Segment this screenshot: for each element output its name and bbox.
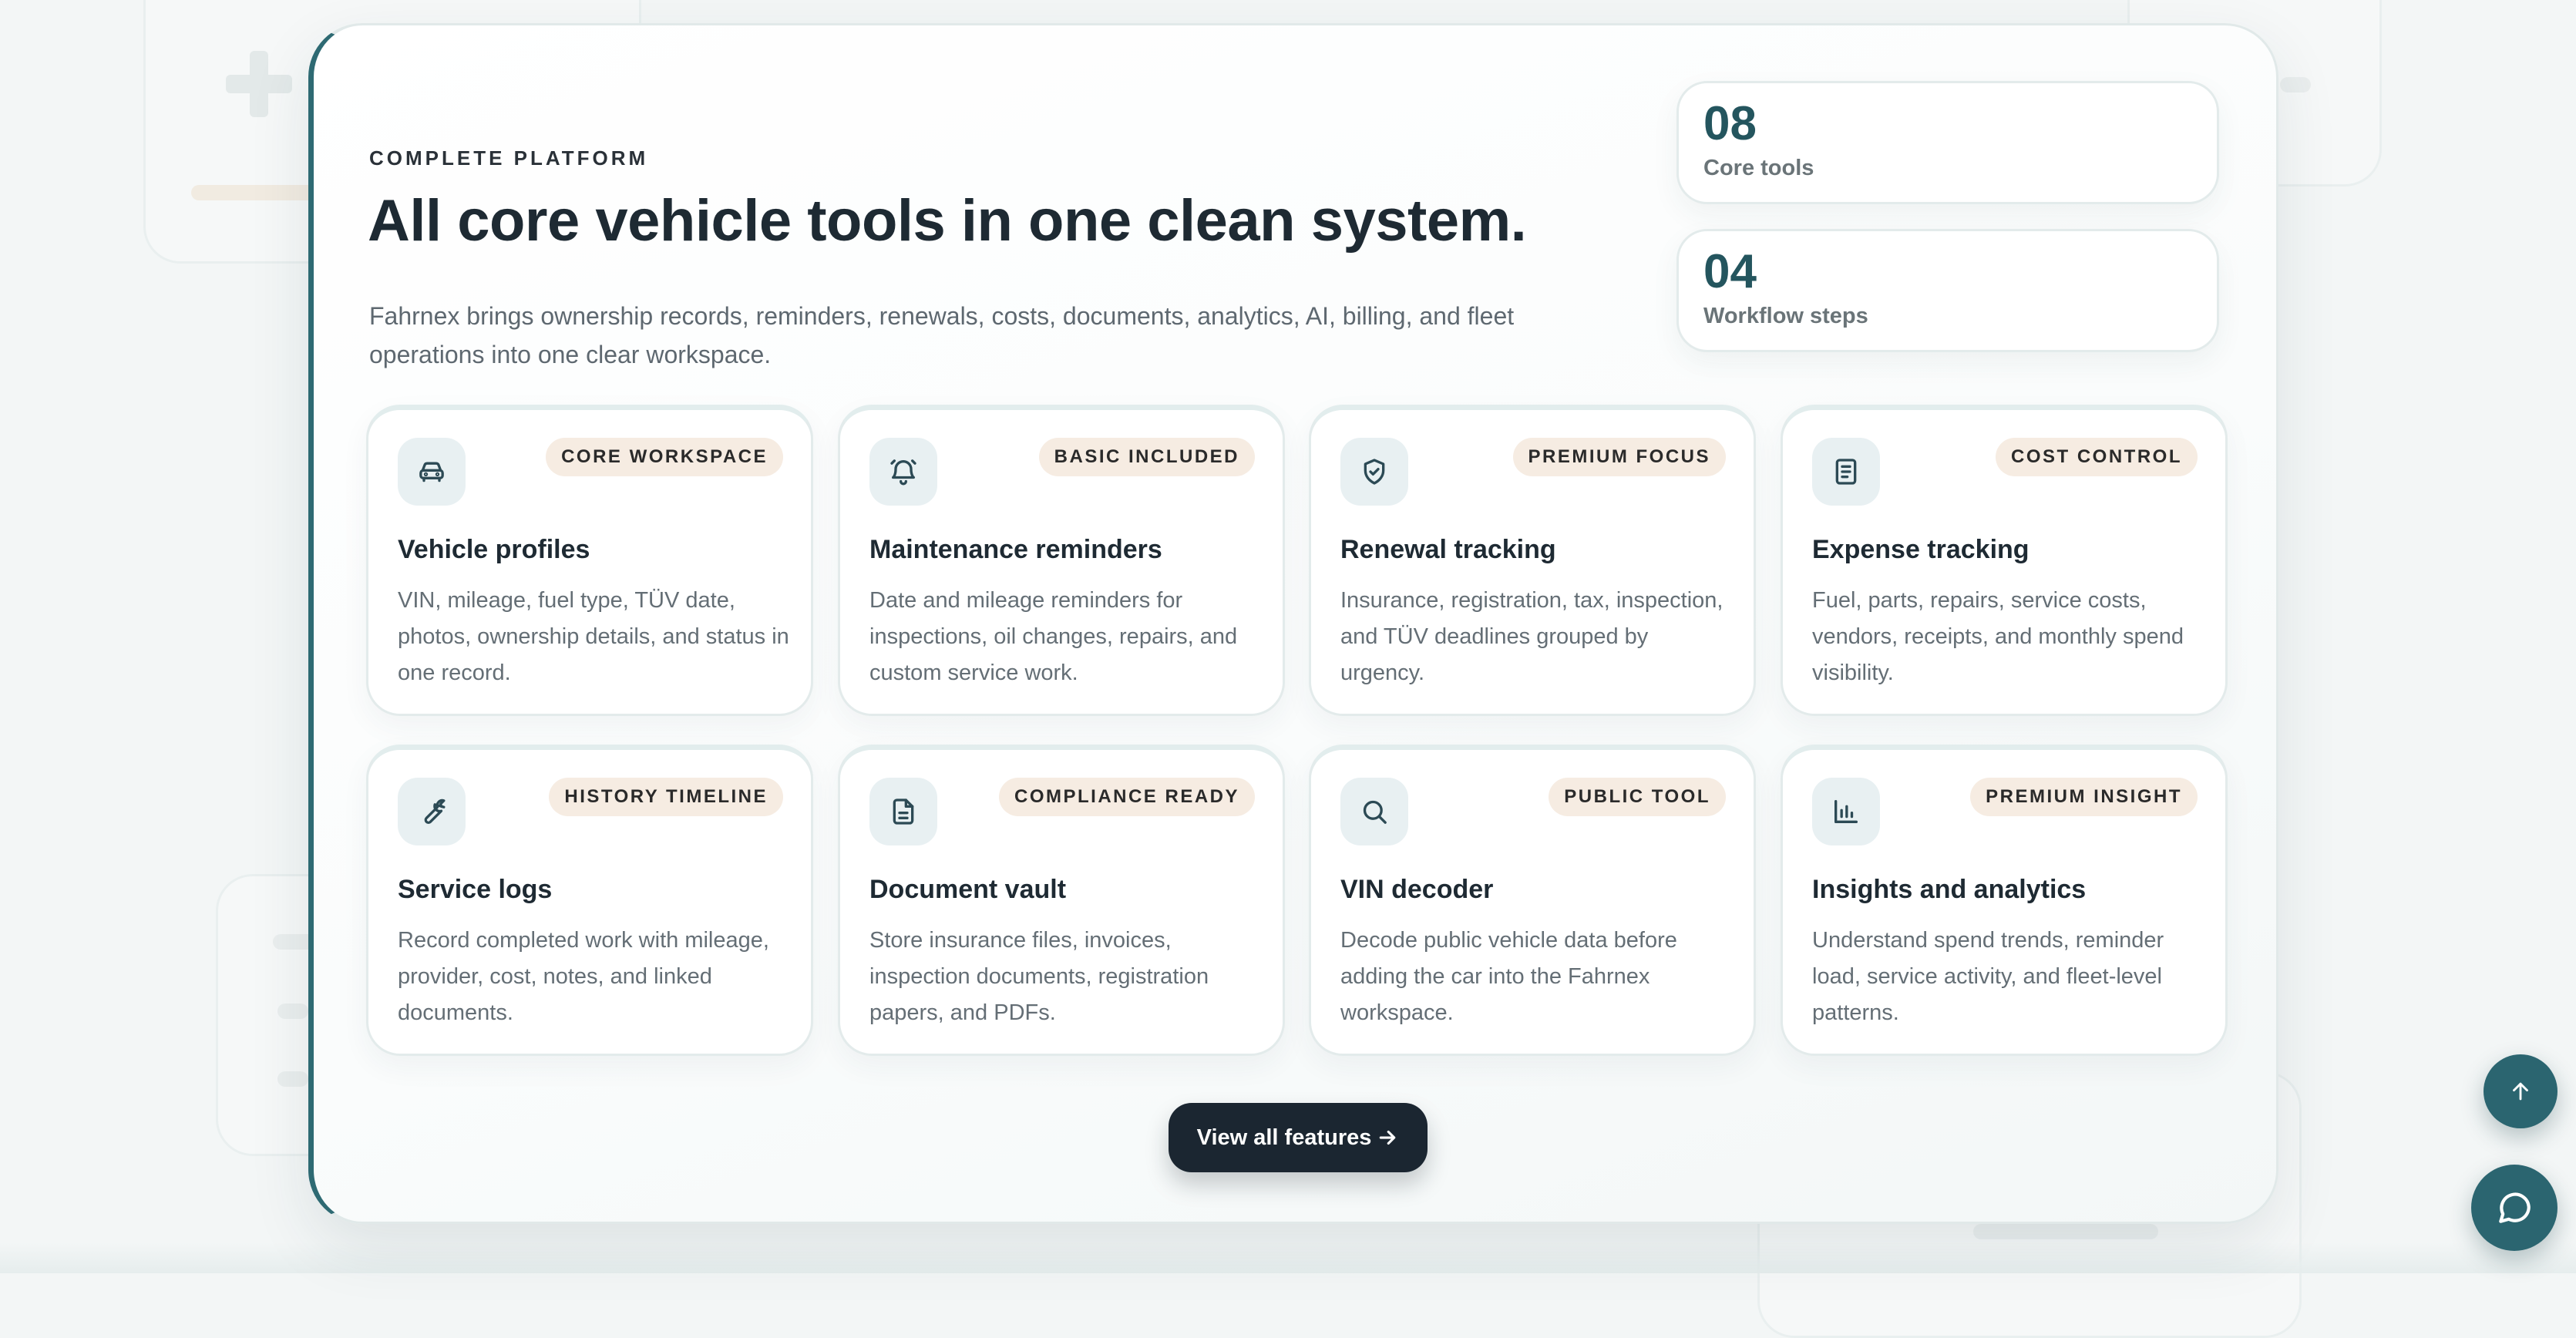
- feature-card-insights-analytics[interactable]: PREMIUM INSIGHT Insights and analytics U…: [1781, 745, 2228, 1056]
- feature-description: Insurance, registration, tax, inspection…: [1340, 588, 1723, 685]
- feature-title: Maintenance reminders: [869, 535, 1162, 564]
- feature-description: VIN, mileage, fuel type, TÜV date, photo…: [398, 588, 789, 685]
- search-icon: [1340, 778, 1408, 845]
- feature-description: Understand spend trends, reminder load, …: [1812, 928, 2164, 1025]
- feature-description: Fuel, parts, repairs, service costs, ven…: [1812, 588, 2184, 685]
- feature-description: Date and mileage reminders for inspectio…: [869, 588, 1238, 685]
- chat-bubble-icon: [2499, 1192, 2531, 1223]
- feature-badge: COST CONTROL: [1996, 438, 2198, 476]
- feature-card-service-logs[interactable]: HISTORY TIMELINE Service logs Record com…: [366, 745, 813, 1056]
- view-all-features-button[interactable]: View all features: [1169, 1103, 1428, 1172]
- feature-badge: PREMIUM INSIGHT: [1970, 778, 2198, 816]
- document-icon: [869, 778, 937, 845]
- arrow-up-icon: [2513, 1082, 2528, 1101]
- feature-title: Document vault: [869, 875, 1067, 904]
- shield-check-icon: [1340, 438, 1408, 506]
- feature-title: Expense tracking: [1812, 535, 2030, 564]
- feature-description: Store insurance files, invoices, inspect…: [869, 928, 1209, 1025]
- bar-chart-icon: [1812, 778, 1880, 845]
- section-description: Fahrnex brings ownership records, remind…: [369, 302, 1515, 368]
- view-all-features-label: View all features: [1196, 1125, 1372, 1150]
- feature-card-renewal-tracking[interactable]: PREMIUM FOCUS Renewal tracking Insurance…: [1309, 405, 1756, 716]
- stat-value: 04: [1703, 245, 1757, 298]
- feature-description: Record completed work with mileage, prov…: [398, 928, 769, 1025]
- background-pill: [277, 1071, 308, 1087]
- scroll-to-top-button[interactable]: [2484, 1054, 2558, 1128]
- feature-badge: PREMIUM FOCUS: [1512, 438, 1726, 476]
- background-pill: [191, 185, 322, 200]
- feature-title: VIN decoder: [1340, 875, 1494, 904]
- car-icon: [398, 438, 466, 506]
- feature-badge: HISTORY TIMELINE: [549, 778, 783, 816]
- feature-title: Insights and analytics: [1812, 875, 2087, 904]
- feature-card-document-vault[interactable]: COMPLIANCE READY Document vault Store in…: [838, 745, 1285, 1056]
- feature-card-vin-decoder[interactable]: PUBLIC TOOL VIN decoder Decode public ve…: [1309, 745, 1756, 1056]
- features-panel: COMPLETE PLATFORM All core vehicle tools…: [308, 23, 2278, 1224]
- background-pill: [1973, 1224, 2158, 1239]
- section-eyebrow: COMPLETE PLATFORM: [369, 146, 649, 170]
- stat-label: Workflow steps: [1703, 304, 1868, 328]
- feature-description: Decode public vehicle data before adding…: [1340, 928, 1677, 1025]
- feature-card-expense-tracking[interactable]: COST CONTROL Expense tracking Fuel, part…: [1781, 405, 2228, 716]
- feature-badge: PUBLIC TOOL: [1549, 778, 1726, 816]
- background-pill: [277, 1004, 308, 1019]
- feature-badge: CORE WORKSPACE: [546, 438, 783, 476]
- arrow-right-icon: [1380, 1130, 1396, 1145]
- feature-title: Renewal tracking: [1340, 535, 1556, 564]
- stat-card-workflow-steps: 04 Workflow steps: [1676, 229, 2219, 352]
- bell-icon: [869, 438, 937, 506]
- page-bottom-shade: [0, 1242, 2576, 1273]
- feature-grid: CORE WORKSPACE Vehicle profiles VIN, mil…: [366, 405, 2231, 1084]
- background-plus-icon-bar: [226, 75, 292, 93]
- stat-label: Core tools: [1703, 156, 1814, 180]
- feature-card-maintenance-reminders[interactable]: BASIC INCLUDED Maintenance reminders Dat…: [838, 405, 1285, 716]
- stat-value: 08: [1703, 97, 1757, 150]
- stat-card-core-tools: 08 Core tools: [1676, 81, 2219, 204]
- chat-button[interactable]: [2471, 1165, 2558, 1251]
- feature-badge: COMPLIANCE READY: [998, 778, 1255, 816]
- wrench-icon: [398, 778, 466, 845]
- section-headline: All core vehicle tools in one clean syst…: [368, 188, 1527, 254]
- receipt-icon: [1812, 438, 1880, 506]
- feature-title: Service logs: [398, 875, 553, 904]
- feature-badge: BASIC INCLUDED: [1038, 438, 1255, 476]
- background-pill: [2280, 77, 2311, 92]
- feature-title: Vehicle profiles: [398, 535, 590, 564]
- feature-card-vehicle-profiles[interactable]: CORE WORKSPACE Vehicle profiles VIN, mil…: [366, 405, 813, 716]
